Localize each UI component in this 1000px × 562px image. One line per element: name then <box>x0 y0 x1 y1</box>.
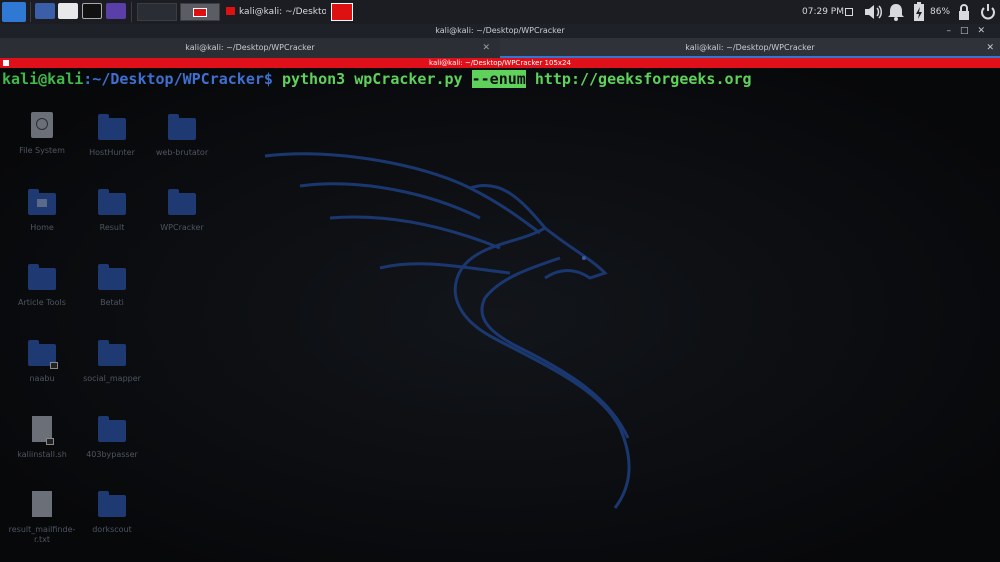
desktop-icon-label: WPCracker <box>160 223 204 232</box>
desktop-icon-web-brutator[interactable]: web-brutator <box>147 114 217 158</box>
show-desktop-icon[interactable] <box>35 3 55 19</box>
close-tab-icon[interactable]: ✕ <box>986 38 994 58</box>
desktop-icon-article-tools[interactable]: Article Tools <box>7 264 77 308</box>
top-panel: kali@kali: ~/Desktop/W... 07:29 PM 86% <box>0 0 1000 25</box>
folder-icon <box>98 114 126 140</box>
task-title: kali@kali: ~/Desktop/W... <box>239 7 326 17</box>
desktop-icon-label: web-brutator <box>155 148 209 157</box>
volume-icon[interactable] <box>862 0 884 24</box>
clock[interactable]: 07:29 PM <box>802 0 844 24</box>
desktop-icon-label: kaliinstall.sh <box>17 450 67 459</box>
battery-percent: 86% <box>930 7 951 17</box>
desktop-icon-label: File System <box>19 146 65 155</box>
prompt-path: :~/Desktop/WPCracker <box>83 70 264 88</box>
lock-badge-icon <box>46 438 54 445</box>
text-file-icon <box>32 491 52 517</box>
battery-icon[interactable] <box>911 0 927 24</box>
desktop-icon-home[interactable]: Home <box>7 189 77 233</box>
terminal-tabs: kali@kali: ~/Desktop/WPCracker ✕ kali@ka… <box>0 38 1000 58</box>
home-folder-icon <box>28 189 56 215</box>
maximize-icon[interactable]: □ <box>960 26 978 36</box>
desktop-icon-label: Article Tools <box>18 298 66 307</box>
file-manager-icon[interactable] <box>58 3 78 19</box>
power-icon[interactable] <box>980 0 996 24</box>
drive-icon <box>31 112 53 138</box>
desktop-icon-social-mapper[interactable]: social_mapper <box>77 340 147 384</box>
terminal-icon[interactable] <box>82 3 102 19</box>
panel-separator <box>30 2 31 22</box>
minimize-icon[interactable]: – <box>946 26 960 36</box>
desktop-icon-result-mailfinder[interactable]: result_mailfinde-r.txt <box>7 491 77 545</box>
desktop-icon-403bypasser[interactable]: 403bypasser <box>77 416 147 460</box>
desktop-icon-wpcracker[interactable]: WPCracker <box>147 189 217 233</box>
folder-icon <box>98 264 126 290</box>
prompt-user: kali@kali <box>2 70 84 88</box>
command-url: http://geeksforgeeks.org <box>525 70 752 88</box>
lock-badge-icon <box>50 362 58 369</box>
desktop-icon-kaliinstall[interactable]: kaliinstall.sh <box>7 416 77 460</box>
desktop-icon-naabu[interactable]: naabu <box>7 340 77 384</box>
desktop-icon-label: 403bypasser <box>86 450 138 459</box>
terminal-output[interactable]: kali@kali:~/Desktop/WPCracker$ python3 w… <box>2 69 752 89</box>
lock-icon[interactable] <box>956 0 972 24</box>
desktop-icon-result[interactable]: Result <box>77 189 147 233</box>
desktop-icon-label: naabu <box>29 374 55 383</box>
folder-icon <box>28 340 58 369</box>
tab-close-icon[interactable]: ✕ <box>482 38 490 58</box>
tab-label: kali@kali: ~/Desktop/WPCracker <box>185 43 315 52</box>
close-icon[interactable]: ✕ <box>977 26 994 36</box>
script-file-icon <box>32 416 54 445</box>
tab-2[interactable]: kali@kali: ~/Desktop/WPCracker <box>500 38 1000 58</box>
dragon-eye <box>582 256 586 260</box>
window-title: kali@kali: ~/Desktop/WPCracker <box>435 26 565 35</box>
taskbar-window-button[interactable]: kali@kali: ~/Desktop/W... <box>222 3 326 21</box>
desktop-icon-label: Home <box>30 223 54 232</box>
window-controls: –□✕ <box>946 24 994 38</box>
notification-icon[interactable] <box>886 0 906 24</box>
workspace-1[interactable] <box>137 3 177 21</box>
panel-separator <box>131 2 132 22</box>
folder-icon <box>168 189 196 215</box>
tab-label: kali@kali: ~/Desktop/WPCracker <box>685 43 815 52</box>
desktop-icon-dorkscout[interactable]: dorkscout <box>77 491 147 535</box>
desktop-icon-label: result_mailfinde-r.txt <box>8 525 76 544</box>
record-icon[interactable] <box>106 3 126 19</box>
folder-icon <box>168 114 196 140</box>
folder-icon <box>98 491 126 517</box>
desktop-icon-label: Result <box>99 223 125 232</box>
desktop-icon-hosthunter[interactable]: HostHunter <box>77 114 147 158</box>
desktop-icon-label: social_mapper <box>83 374 141 383</box>
window-titlebar[interactable]: kali@kali: ~/Desktop/WPCracker –□✕ <box>0 24 1000 38</box>
command-text: python3 wpCracker.py <box>272 70 472 88</box>
terminal-window-icon <box>226 7 235 15</box>
desktop-icon-betati[interactable]: Betati <box>77 264 147 308</box>
folder-icon <box>98 340 126 366</box>
terminal-size-bar: kali@kali: ~/Desktop/WPCracker 105x24 <box>0 58 1000 68</box>
folder-icon <box>28 264 56 290</box>
folder-icon <box>98 416 126 442</box>
tab-1[interactable]: kali@kali: ~/Desktop/WPCracker ✕ <box>0 38 500 58</box>
terminal-small-icon <box>3 60 9 66</box>
kali-menu-icon[interactable] <box>2 2 26 22</box>
folder-icon <box>98 189 126 215</box>
window-thumbnail <box>193 8 207 17</box>
workspace-2[interactable] <box>180 3 220 21</box>
desktop-icon-label: Betati <box>100 298 124 307</box>
alert-window-icon[interactable] <box>331 3 353 21</box>
desktop-icon-file-system[interactable]: File System <box>7 112 77 156</box>
desktop-icon-label: dorkscout <box>92 525 132 534</box>
terminal-size-label: kali@kali: ~/Desktop/WPCracker 105x24 <box>429 59 571 67</box>
desktop-icon-label: HostHunter <box>89 148 135 157</box>
notification-area-icon[interactable] <box>845 0 853 24</box>
command-flag-highlight: --enum <box>471 70 526 88</box>
prompt-dollar: $ <box>263 70 273 88</box>
